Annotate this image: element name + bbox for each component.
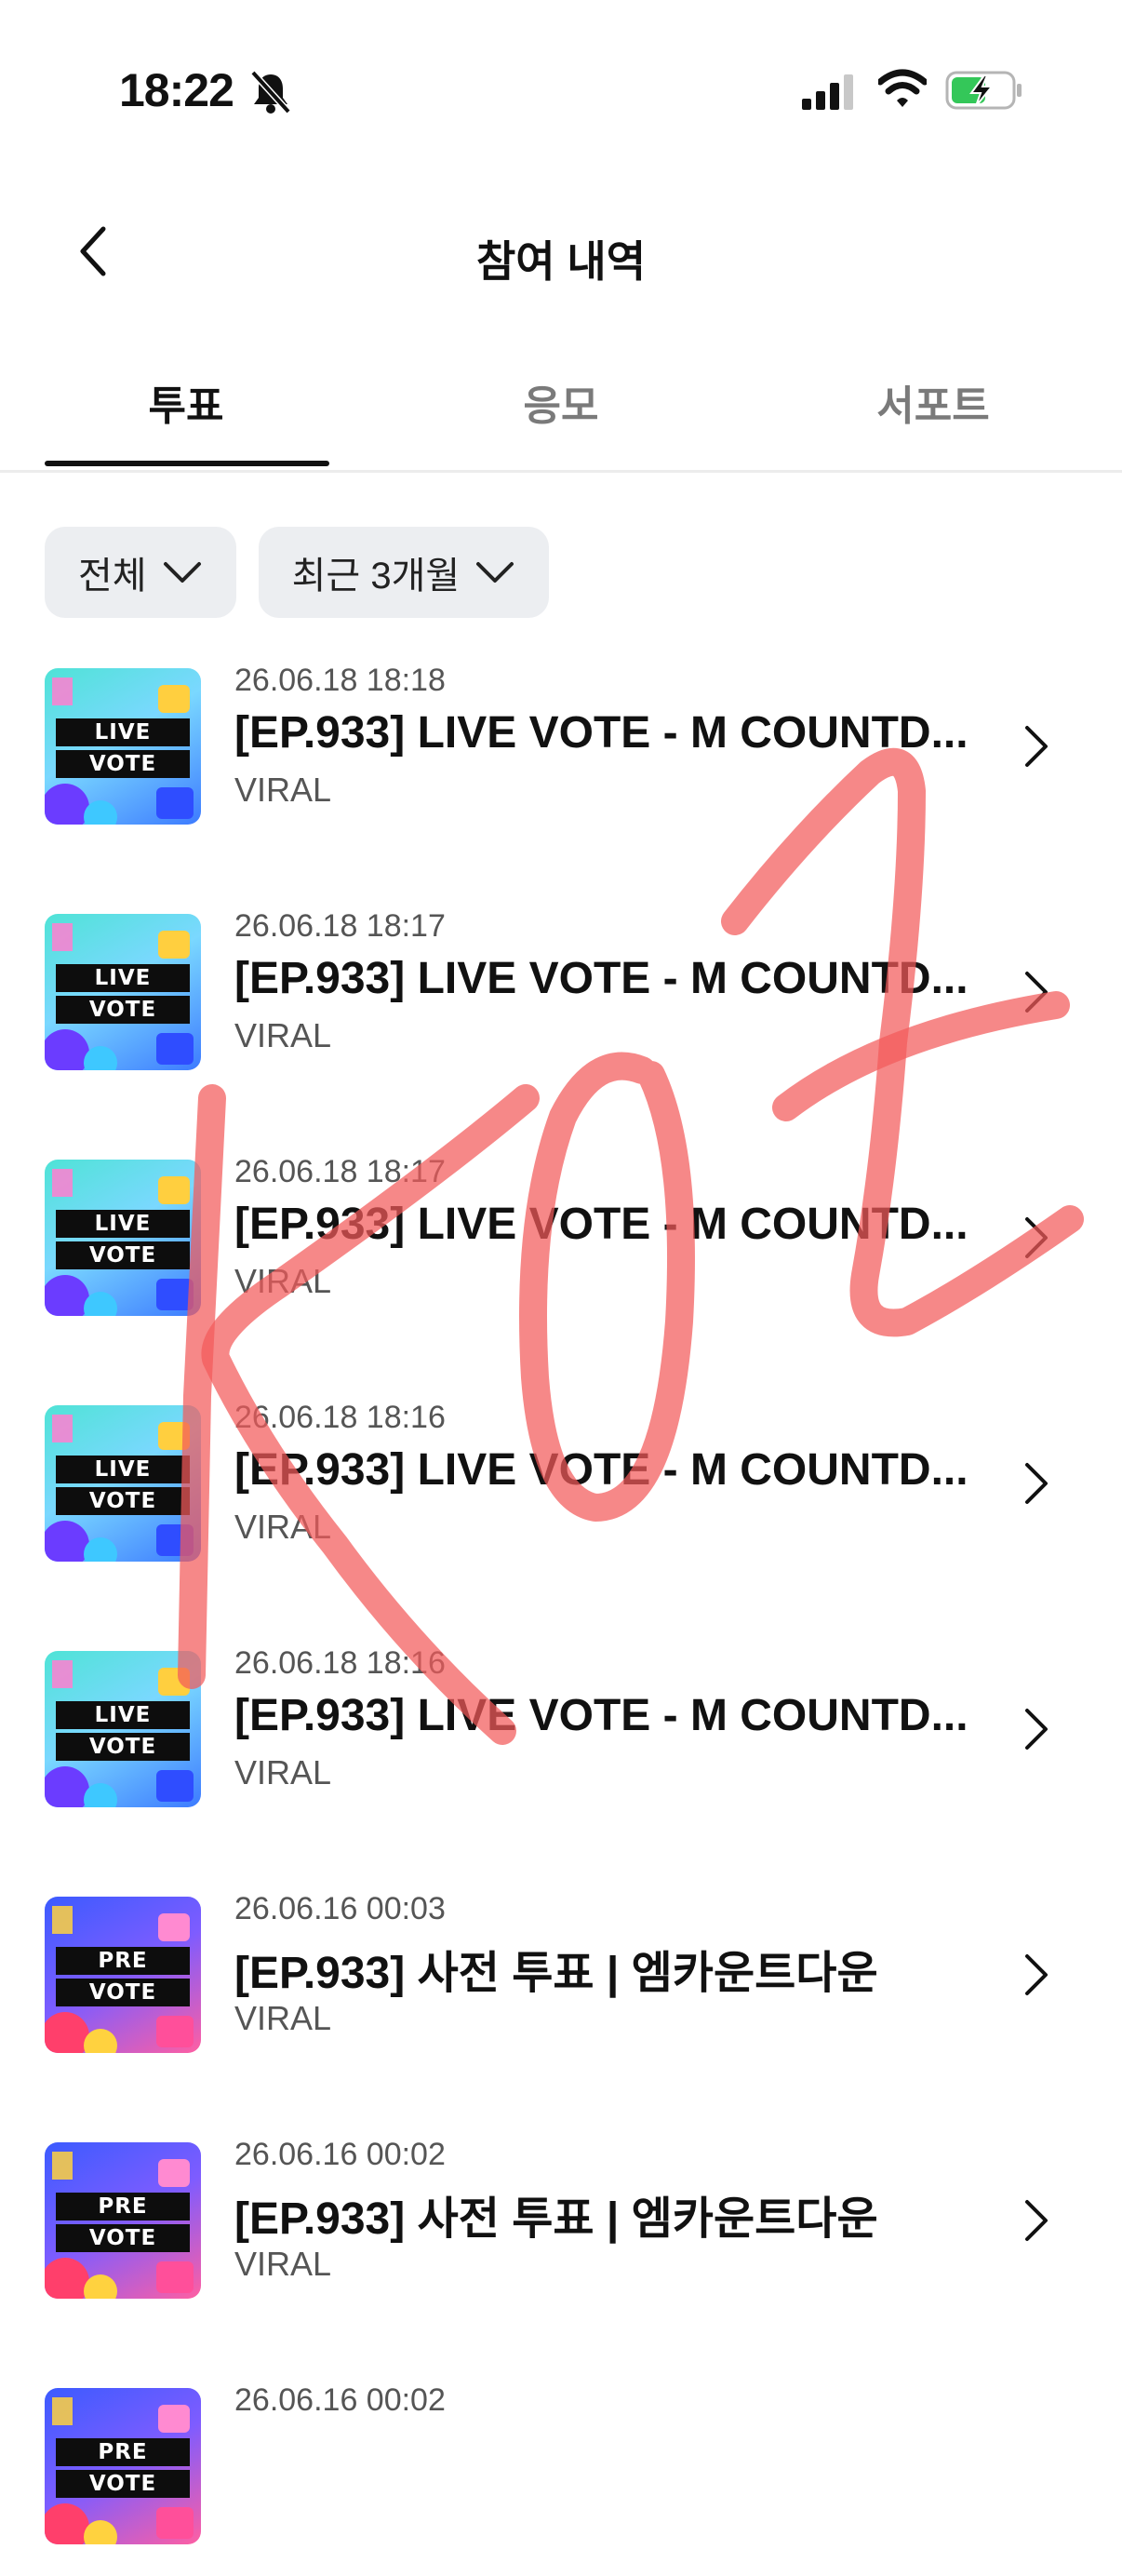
list-item[interactable]: LIVE VOTE 26.06.18 18:17 [EP.933] LIVE VOTE…: [0, 897, 1122, 1102]
badge-line-1: LIVE: [56, 1456, 190, 1483]
tab-entry[interactable]: 응모: [421, 372, 701, 432]
badge-line-1: LIVE: [56, 718, 190, 746]
thumbnail-decoration: [45, 1660, 194, 1807]
item-title: [EP.933] LIVE VOTE - M COUNTD...: [234, 708, 968, 758]
bell-slash-icon: [250, 70, 291, 114]
tab-bar: 투표 응모 서포트: [0, 344, 1122, 473]
thumbnail-decoration: [45, 678, 194, 825]
chevron-right-icon: [1025, 1709, 1048, 1750]
filter-bar: 전체 최근 3개월: [45, 527, 550, 618]
item-title: [EP.933] 사전 투표 | 엠카운트다운: [234, 2194, 878, 2244]
event-thumbnail: LIVE VOTE: [45, 668, 201, 825]
item-title: [EP.933] 사전 투표 | 엠카운트다운: [234, 1949, 878, 1998]
item-date: 26.06.18 18:18: [234, 663, 446, 698]
item-date: 26.06.16 00:02: [234, 2382, 446, 2418]
badge-line-2: VOTE: [56, 1487, 190, 1515]
badge-line-2: VOTE: [56, 1733, 190, 1761]
page-title: 참여 내역: [475, 237, 647, 286]
thumbnail-decoration: [45, 1906, 194, 2053]
item-date: 26.06.18 18:17: [234, 908, 446, 944]
list-item[interactable]: LIVE VOTE 26.06.18 18:16 [EP.933] LIVE VOTE…: [0, 1389, 1122, 1593]
badge-line-1: PRE: [56, 2438, 190, 2466]
list-item[interactable]: LIVE VOTE 26.06.18 18:18 [EP.933] LIVE VOTE…: [0, 651, 1122, 856]
item-category: VIRAL: [234, 1999, 332, 2037]
thumbnail-decoration: [45, 2152, 194, 2299]
badge-line-1: PRE: [56, 2193, 190, 2220]
chevron-right-icon: [1025, 1217, 1048, 1258]
tab-active-indicator: [45, 461, 329, 466]
chevron-right-icon: [1025, 1463, 1048, 1504]
chevron-right-icon: [1025, 1954, 1048, 1995]
status-bar: 18:22: [0, 0, 1122, 177]
event-thumbnail: PRE VOTE: [45, 1897, 201, 2053]
tab-support[interactable]: 서포트: [794, 372, 1073, 432]
thumbnail-decoration: [45, 1169, 194, 1316]
battery-charging-icon: [945, 71, 1022, 110]
list-item[interactable]: PRE VOTE 26.06.16 00:03 [EP.933] 사전 투표 | 엠카…: [0, 1880, 1122, 2085]
item-date: 26.06.18 18:16: [234, 1645, 446, 1681]
filter-type-dropdown[interactable]: 전체: [45, 527, 236, 618]
wifi-icon: [878, 69, 927, 107]
badge-line-1: LIVE: [56, 964, 190, 992]
event-thumbnail: PRE VOTE: [45, 2388, 201, 2544]
event-thumbnail: LIVE VOTE: [45, 914, 201, 1070]
list-item[interactable]: LIVE VOTE 26.06.18 18:16 [EP.933] LIVE VOTE…: [0, 1634, 1122, 1839]
filter-type-label: 전체: [78, 556, 147, 597]
item-category: VIRAL: [234, 1508, 332, 1546]
thumbnail-decoration: [45, 1415, 194, 1562]
chevron-right-icon: [1025, 726, 1048, 767]
list-item[interactable]: LIVE VOTE 26.06.18 18:17 [EP.933] LIVE VOTE…: [0, 1143, 1122, 1348]
item-date: 26.06.18 18:16: [234, 1400, 446, 1435]
header: 참여 내역: [0, 186, 1122, 316]
badge-line-1: PRE: [56, 1947, 190, 1975]
chevron-right-icon: [1025, 972, 1048, 1013]
badge-line-1: LIVE: [56, 1210, 190, 1238]
event-thumbnail: LIVE VOTE: [45, 1405, 201, 1562]
event-thumbnail: LIVE VOTE: [45, 1160, 201, 1316]
item-title: [EP.933] LIVE VOTE - M COUNTD...: [234, 1691, 968, 1740]
item-title: [EP.933] LIVE VOTE - M COUNTD...: [234, 954, 968, 1003]
badge-line-1: LIVE: [56, 1701, 190, 1729]
item-category: VIRAL: [234, 1262, 332, 1300]
item-category: VIRAL: [234, 2245, 332, 2283]
event-thumbnail: PRE VOTE: [45, 2142, 201, 2299]
cellular-signal-icon: [802, 74, 853, 110]
badge-line-2: VOTE: [56, 750, 190, 778]
filter-period-label: 최근 3개월: [291, 556, 461, 597]
item-title: [EP.933] LIVE VOTE - M COUNTD...: [234, 1445, 968, 1495]
badge-line-2: VOTE: [56, 2224, 190, 2252]
item-category: VIRAL: [234, 1753, 332, 1791]
event-thumbnail: LIVE VOTE: [45, 1651, 201, 1807]
status-time: 18:22: [119, 64, 234, 116]
badge-line-2: VOTE: [56, 1241, 190, 1269]
item-category: VIRAL: [234, 771, 332, 809]
list-item[interactable]: PRE VOTE 26.06.16 00:02: [0, 2371, 1122, 2576]
badge-line-2: VOTE: [56, 2470, 190, 2498]
item-date: 26.06.16 00:03: [234, 1891, 446, 1926]
filter-period-dropdown[interactable]: 최근 3개월: [258, 527, 550, 618]
thumbnail-decoration: [45, 923, 194, 1070]
badge-line-2: VOTE: [56, 1979, 190, 2006]
thumbnail-decoration: [45, 2397, 194, 2544]
chevron-down-icon: [476, 562, 514, 583]
chevron-right-icon: [1025, 2200, 1048, 2241]
item-date: 26.06.16 00:02: [234, 2137, 446, 2172]
badge-line-2: VOTE: [56, 996, 190, 1024]
list-item[interactable]: PRE VOTE 26.06.16 00:02 [EP.933] 사전 투표 | 엠카…: [0, 2126, 1122, 2330]
item-category: VIRAL: [234, 1016, 332, 1054]
tab-vote[interactable]: 투표: [47, 372, 326, 432]
chevron-down-icon: [163, 562, 201, 583]
item-date: 26.06.18 18:17: [234, 1154, 446, 1189]
item-title: [EP.933] LIVE VOTE - M COUNTD...: [234, 1200, 968, 1249]
